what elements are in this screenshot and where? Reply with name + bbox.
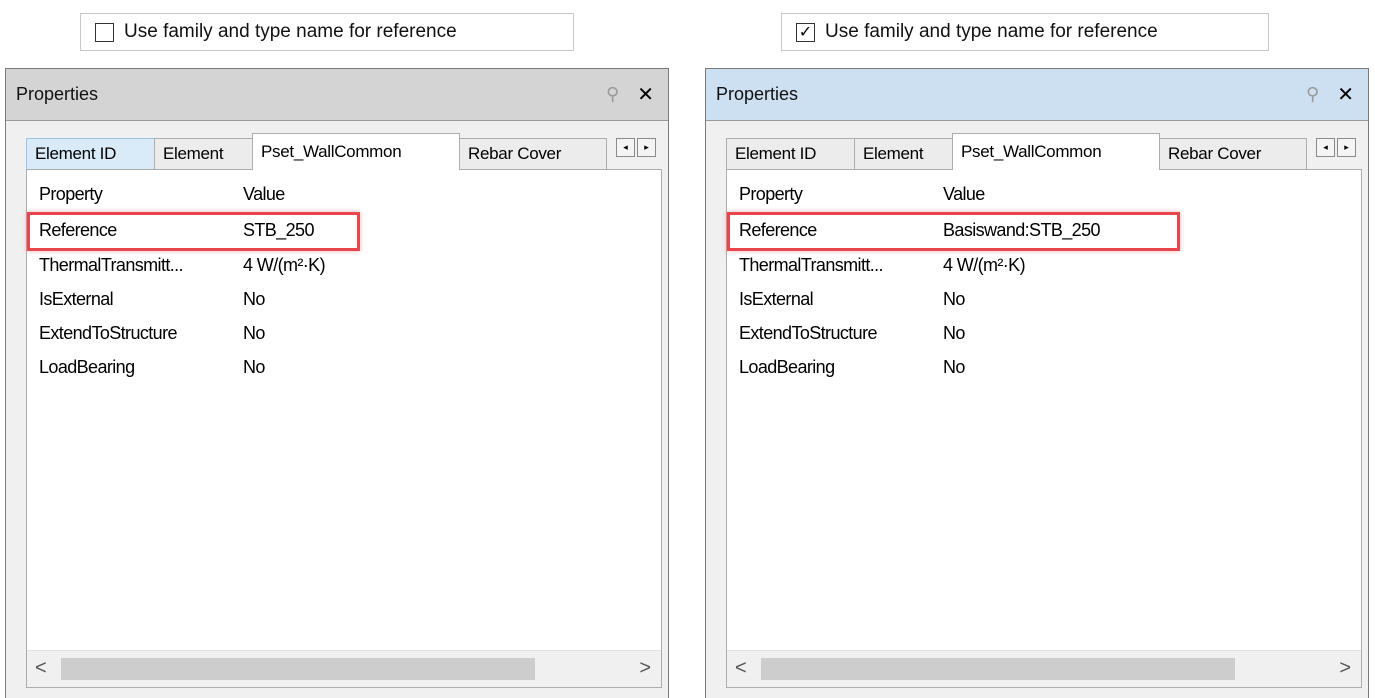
- family-type-reference-checkbox-left[interactable]: Use family and type name for reference: [80, 13, 574, 51]
- tab-rebar-cover[interactable]: Rebar Cover: [1159, 138, 1307, 169]
- property-grid: Property Value Reference Basiswand:STB_2…: [726, 169, 1362, 688]
- panel-body: Element ID Element Pset_WallCommon Rebar…: [706, 121, 1368, 698]
- row-property: ExtendToStructure: [739, 323, 877, 343]
- panel-titlebar: Properties ⚲ ✕: [6, 69, 668, 121]
- tab-scroll-left-icon[interactable]: ◂: [1316, 138, 1335, 157]
- horizontal-scrollbar[interactable]: < >: [27, 650, 661, 687]
- reference-highlight-box: [27, 212, 360, 251]
- row-property: ThermalTransmitt...: [39, 255, 184, 275]
- header-value: Value: [943, 184, 985, 204]
- pin-icon[interactable]: ⚲: [1306, 84, 1319, 105]
- scroll-thumb[interactable]: [761, 658, 1235, 680]
- row-value: 4 W/(m²·K): [943, 255, 1026, 275]
- tab-pset-wallcommon[interactable]: Pset_WallCommon: [952, 133, 1160, 170]
- header-value: Value: [243, 184, 285, 204]
- row-value: No: [943, 323, 965, 343]
- tab-scroll-right-icon[interactable]: ▸: [637, 138, 656, 157]
- scroll-right-icon[interactable]: >: [639, 657, 651, 680]
- tab-element-id[interactable]: Element ID: [726, 138, 855, 169]
- panel-title: Properties: [16, 84, 99, 104]
- row-property: LoadBearing: [739, 357, 835, 377]
- row-value: No: [943, 357, 965, 377]
- checkbox-unchecked[interactable]: [95, 22, 114, 42]
- tab-strip: Element ID Element Pset_WallCommon Rebar…: [26, 133, 662, 170]
- row-property: IsExternal: [739, 289, 814, 309]
- checkbox-label: Use family and type name for reference: [124, 21, 457, 42]
- tab-element-id[interactable]: Element ID: [26, 138, 155, 169]
- reference-highlight-box: [727, 212, 1180, 251]
- row-value: No: [243, 289, 265, 309]
- panel-titlebar: Properties ⚲ ✕: [706, 69, 1368, 121]
- scroll-left-icon[interactable]: <: [735, 657, 747, 680]
- scroll-thumb[interactable]: [61, 658, 535, 680]
- property-grid: Property Value Reference STB_250 Thermal…: [26, 169, 662, 688]
- row-value: No: [943, 289, 965, 309]
- row-value: No: [243, 323, 265, 343]
- family-type-reference-checkbox-right[interactable]: ✓ Use family and type name for reference: [781, 13, 1269, 51]
- row-value: No: [243, 357, 265, 377]
- scroll-left-icon[interactable]: <: [35, 657, 47, 680]
- row-value: 4 W/(m²·K): [243, 255, 326, 275]
- panel-body: Element ID Element Pset_WallCommon Rebar…: [6, 121, 668, 698]
- tab-scroll-left-icon[interactable]: ◂: [616, 138, 635, 157]
- row-property: IsExternal: [39, 289, 114, 309]
- pin-icon[interactable]: ⚲: [606, 84, 619, 105]
- tab-scroll-arrows: ◂ ▸: [614, 138, 656, 157]
- header-property: Property: [39, 184, 103, 204]
- tab-scroll-arrows: ◂ ▸: [1314, 138, 1356, 157]
- properties-panel-left: Properties ⚲ ✕ Element ID Element Pset_W…: [5, 68, 669, 698]
- checkmark-icon: ✓: [798, 24, 813, 41]
- close-icon[interactable]: ✕: [637, 82, 654, 107]
- tab-element[interactable]: Element: [854, 138, 953, 169]
- scroll-right-icon[interactable]: >: [1339, 657, 1351, 680]
- tab-pset-wallcommon[interactable]: Pset_WallCommon: [252, 133, 460, 170]
- header-property: Property: [739, 184, 803, 204]
- row-property: ExtendToStructure: [39, 323, 177, 343]
- checkbox-label: Use family and type name for reference: [825, 21, 1158, 42]
- tab-scroll-right-icon[interactable]: ▸: [1337, 138, 1356, 157]
- properties-panel-right: Properties ⚲ ✕ Element ID Element Pset_W…: [705, 68, 1369, 698]
- row-property: ThermalTransmitt...: [739, 255, 884, 275]
- row-property: LoadBearing: [39, 357, 135, 377]
- horizontal-scrollbar[interactable]: < >: [727, 650, 1361, 687]
- close-icon[interactable]: ✕: [1337, 82, 1354, 107]
- checkbox-checked[interactable]: ✓: [796, 22, 815, 42]
- tab-element[interactable]: Element: [154, 138, 253, 169]
- panel-title: Properties: [716, 84, 799, 104]
- tab-rebar-cover[interactable]: Rebar Cover: [459, 138, 607, 169]
- tab-strip: Element ID Element Pset_WallCommon Rebar…: [726, 133, 1362, 170]
